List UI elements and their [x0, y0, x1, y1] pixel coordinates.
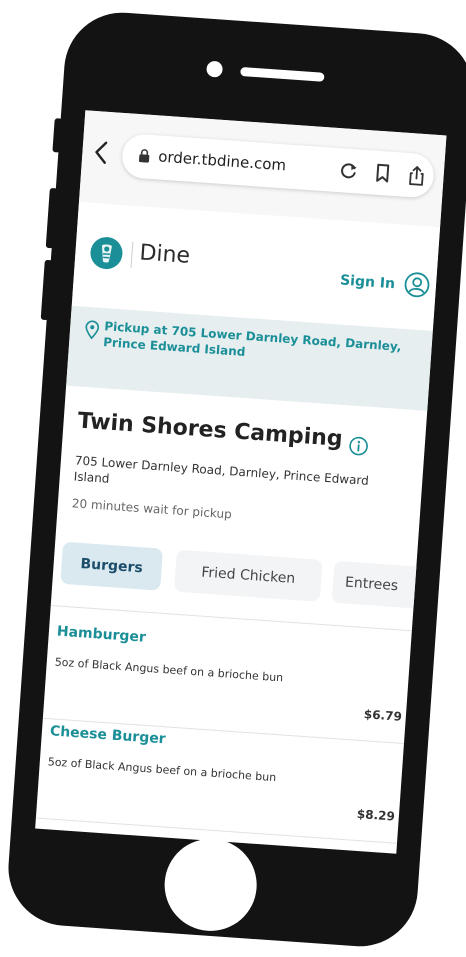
share-icon[interactable] — [405, 164, 428, 187]
sign-in-link[interactable]: Sign In — [340, 272, 396, 292]
brand-name: Dine — [138, 240, 191, 269]
url-text[interactable]: order.tbdine.com — [158, 147, 287, 174]
user-account-icon[interactable] — [403, 271, 431, 299]
location-pin-icon — [85, 320, 100, 340]
pickup-location-text: Pickup at 705 Lower Darnley Road, Darnle… — [102, 319, 402, 359]
chevron-left-icon — [95, 141, 108, 164]
back-button[interactable] — [91, 139, 113, 168]
menu-item-price: $8.29 — [356, 806, 396, 824]
volume-down-button — [40, 259, 53, 321]
restaurant-address: 705 Lower Darnley Road, Darnley, Prince … — [73, 453, 370, 488]
address-bar[interactable]: order.tbdine.com — [120, 132, 436, 199]
phone-screen: order.tbdine.com Dine Sign In Pickup at … — [35, 110, 447, 854]
tab-burgers[interactable]: Burgers — [60, 541, 163, 591]
mute-switch — [52, 118, 63, 153]
restaurant-name: Twin Shores Camping — [76, 408, 344, 452]
earpiece-speaker — [240, 66, 325, 82]
reload-icon[interactable] — [337, 159, 360, 182]
pickup-wait-time: 20 minutes wait for pickup — [71, 496, 233, 522]
stage: order.tbdine.com Dine Sign In Pickup at … — [0, 0, 466, 957]
volume-up-button — [45, 187, 58, 249]
menu-item-name[interactable]: Cheese Burger — [49, 723, 166, 747]
tab-entrees[interactable]: Entrees — [331, 560, 439, 610]
brand-divider — [130, 241, 134, 268]
tab-fried-chicken[interactable]: Fried Chicken — [174, 549, 323, 602]
front-camera — [206, 60, 224, 78]
home-button[interactable] — [161, 835, 260, 934]
bookmark-icon[interactable] — [371, 161, 394, 184]
phone-frame: order.tbdine.com Dine Sign In Pickup at … — [4, 8, 466, 951]
menu-item-name[interactable]: Hamburger — [56, 624, 146, 646]
dine-logo-icon — [90, 237, 123, 270]
menu-item-price: $6.79 — [363, 707, 403, 724]
pickup-banner[interactable]: Pickup at 705 Lower Darnley Road, Darnle… — [66, 305, 433, 411]
menu-item-description: 5oz of Black Angus beef on a brioche bun — [54, 655, 284, 685]
lock-icon — [138, 149, 150, 163]
info-icon[interactable] — [348, 435, 369, 456]
menu-item-description: 5oz of Black Angus beef on a brioche bun — [47, 755, 277, 785]
